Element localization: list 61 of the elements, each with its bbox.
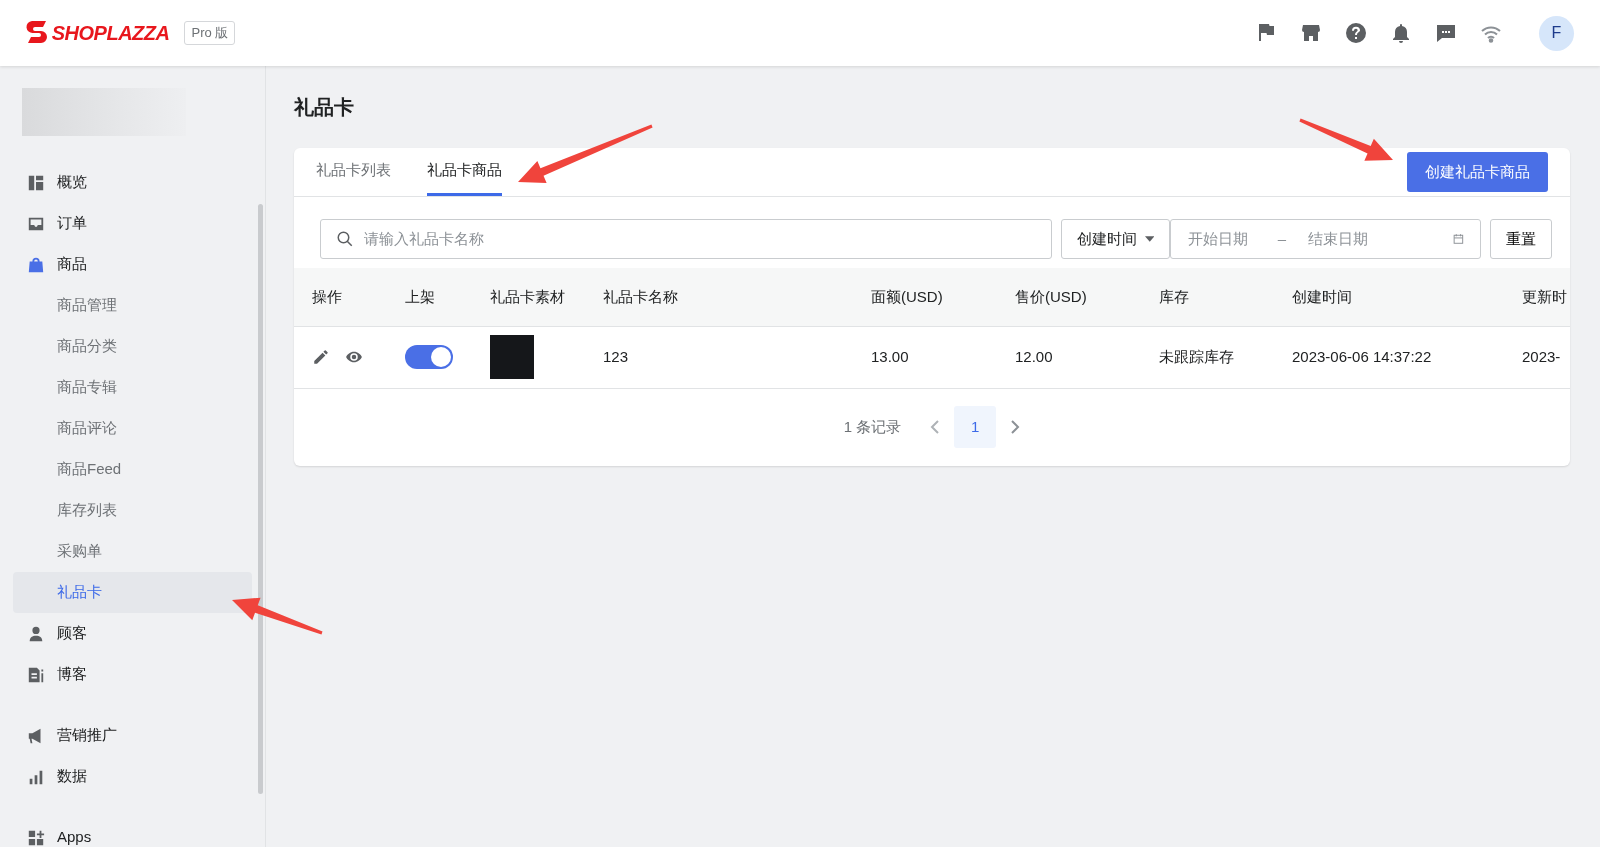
next-page-icon[interactable] (1010, 419, 1021, 435)
column-header: 库存 (1141, 268, 1274, 326)
search-icon (336, 230, 354, 248)
sidebar-item[interactable]: 营销推广 (13, 715, 252, 756)
plan-badge: Pro 版 (184, 21, 236, 45)
column-header: 更新时 (1504, 268, 1570, 326)
column-header: 售价(USD) (997, 268, 1141, 326)
sidebar-item[interactable]: 数据 (13, 756, 252, 797)
document-icon (27, 665, 45, 684)
table-cell: 未跟踪库存 (1141, 326, 1274, 388)
table-cell: 2023- (1504, 326, 1570, 388)
sidebar-subitem[interactable]: 商品Feed (13, 449, 252, 490)
tab[interactable]: 礼品卡商品 (427, 148, 502, 196)
end-date-field[interactable]: 结束日期 (1306, 226, 1453, 252)
sidebar-item[interactable]: 商品 (13, 244, 252, 285)
photo-placeholder (490, 335, 534, 379)
scrollbar[interactable] (258, 204, 263, 794)
sidebar-subitem[interactable]: 商品专辑 (13, 367, 252, 408)
sidebar-item[interactable]: 概览 (13, 162, 252, 203)
table-cell: 13.00 (853, 326, 997, 388)
search-field[interactable]: 请输入礼品卡名称 (361, 226, 1036, 252)
help-icon[interactable] (1344, 21, 1368, 45)
sidebar-item[interactable]: 订单 (13, 203, 252, 244)
toggle-switch[interactable] (405, 345, 453, 369)
sidebar-item[interactable]: 博客 (13, 654, 252, 695)
column-header: 创建时间 (1274, 268, 1504, 326)
column-header: 操作 (294, 268, 387, 326)
start-date-field[interactable]: 开始日期 (1186, 226, 1273, 252)
caret-icon (1144, 236, 1154, 242)
page-button[interactable]: 1 (954, 406, 997, 448)
sidebar-subitem[interactable]: 商品分类 (13, 326, 252, 367)
sidebar-subitem[interactable]: 礼品卡 (13, 572, 252, 613)
search-box[interactable]: 请输入礼品卡名称 (320, 219, 1052, 259)
column-header: 上架 (387, 268, 472, 326)
brand-logo: SHOPLAZZA (51, 21, 170, 46)
record-count: 1 条记录 (843, 416, 902, 437)
sidebar-item[interactable]: Apps (13, 817, 252, 847)
date-type-select[interactable]: 创建时间 (1061, 219, 1170, 259)
edit-icon[interactable] (312, 348, 330, 366)
person-icon (27, 624, 45, 643)
date-separator: – (1276, 228, 1288, 249)
apps-icon (27, 828, 45, 847)
column-header: 礼品卡名称 (585, 268, 853, 326)
sidebar-subitem[interactable]: 商品评论 (13, 408, 252, 449)
tab[interactable]: 礼品卡列表 (316, 148, 391, 196)
reset-button[interactable]: 重置 (1490, 219, 1552, 259)
sidebar-item[interactable]: 顾客 (13, 613, 252, 654)
sidebar-subitem[interactable]: 库存列表 (13, 490, 252, 531)
create-gift-card-product-button[interactable]: 创建礼品卡商品 (1407, 152, 1548, 193)
table-cell: 2023-06-06 14:37:22 (1274, 326, 1504, 388)
sidebar-subitem[interactable]: 采购单 (13, 531, 252, 572)
page-title: 礼品卡 (294, 95, 355, 120)
table-cell: 123 (585, 326, 853, 388)
sidebar-subitem[interactable]: 商品管理 (13, 285, 252, 326)
logo-icon (26, 21, 48, 45)
column-header: 礼品卡素材 (472, 268, 585, 326)
dashboard-icon (27, 173, 45, 192)
table-cell: 12.00 (997, 326, 1141, 388)
user-avatar[interactable]: F (1539, 15, 1574, 51)
shopping-bag-icon (27, 255, 45, 274)
column-header: 面额(USD) (853, 268, 997, 326)
